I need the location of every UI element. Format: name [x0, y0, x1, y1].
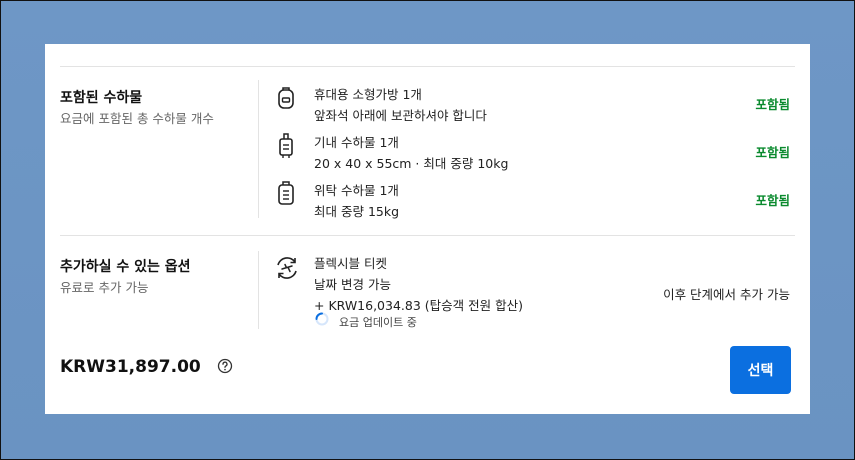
optional-addons-subtitle: 유료로 추가 가능 — [60, 280, 149, 295]
option-price: + KRW16,034.83 (탑승객 전원 합산) — [314, 298, 523, 313]
option-detail: 날짜 변경 가능 — [314, 277, 391, 292]
backpack-icon — [278, 87, 294, 109]
add-later-status: 이후 단계에서 추가 가능 — [663, 287, 790, 302]
section-divider-vertical — [258, 80, 259, 218]
included-baggage-subtitle: 요금에 포함된 총 수하물 개수 — [60, 111, 214, 126]
baggage-item-detail: 최대 중량 15kg — [314, 204, 400, 219]
baggage-item-title: 휴대용 소형가방 1개 — [314, 87, 422, 102]
price-updating-text: 요금 업데이트 중 — [339, 316, 417, 329]
optional-addons-title: 추가하실 수 있는 옵션 — [60, 259, 191, 275]
total-price: KRW31,897.00 — [60, 357, 201, 377]
baggage-item-detail: 20 x 40 x 55cm · 최대 중량 10kg — [314, 156, 509, 171]
section-divider-vertical — [258, 251, 259, 329]
select-button[interactable]: 선택 — [730, 346, 791, 394]
baggage-item-title: 위탁 수하물 1개 — [314, 183, 399, 198]
included-status: 포함됨 — [755, 97, 790, 112]
cabin-bag-icon — [279, 133, 293, 158]
included-status: 포함됨 — [755, 145, 790, 160]
question-circle-icon[interactable] — [217, 358, 233, 374]
option-title: 플렉시블 티켓 — [314, 256, 387, 271]
fare-details-card: 포함된 수하물 요금에 포함된 총 수하물 개수 휴대용 소형가방 1개 앞좌석… — [45, 44, 810, 414]
baggage-item-title: 기내 수하물 1개 — [314, 135, 399, 150]
included-status: 포함됨 — [755, 193, 790, 208]
checked-bag-icon — [278, 181, 294, 205]
included-baggage-title: 포함된 수하물 — [60, 90, 143, 106]
baggage-item-detail: 앞좌석 아래에 보관하셔야 합니다 — [314, 108, 487, 123]
top-divider — [60, 66, 795, 67]
flexible-ticket-icon — [277, 257, 297, 279]
section-divider — [60, 235, 795, 236]
loading-spinner-icon — [315, 312, 329, 326]
